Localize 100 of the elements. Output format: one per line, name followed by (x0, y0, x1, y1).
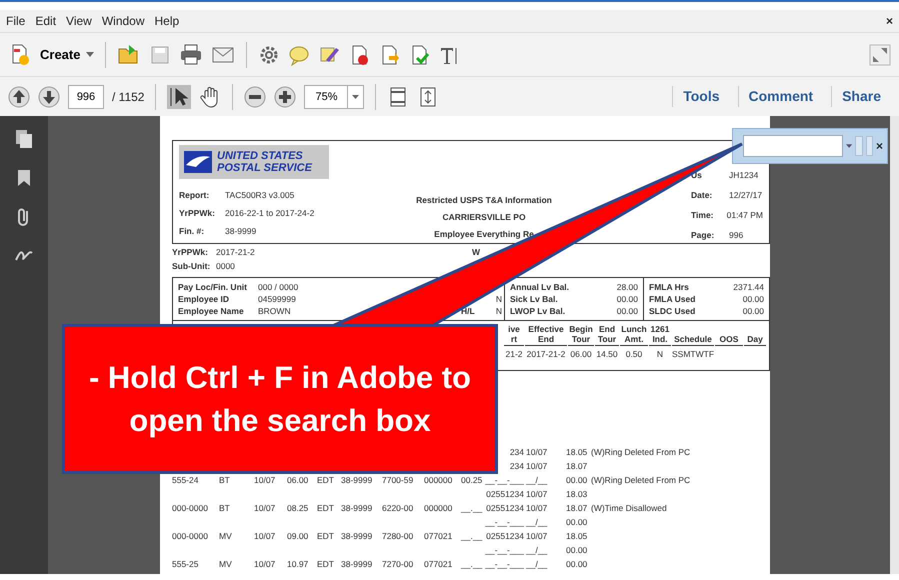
field-label: Page: (691, 230, 716, 240)
menu-item[interactable]: Window (102, 12, 145, 30)
column-header: 1261 Ind. (649, 325, 671, 346)
print-icon[interactable] (179, 42, 204, 66)
table-cell: 234 (510, 447, 524, 457)
zoom-field[interactable]: 75% (304, 84, 348, 108)
table-cell: __.__ (461, 503, 482, 513)
table-cell: 10/07 (254, 503, 276, 513)
table-cell: 0.50 (626, 348, 642, 359)
caret-icon[interactable] (846, 144, 852, 148)
table-cell: 077021 (424, 531, 452, 541)
table-cell: 00.00 (566, 545, 588, 555)
close-button[interactable]: × (876, 137, 883, 155)
field-value: BROWN (258, 306, 291, 316)
table-cell: __.__ (461, 531, 482, 541)
field-value: 12/27/17 (729, 190, 762, 200)
column-header: ive rt (504, 325, 524, 346)
table-cell: 10.97 (287, 559, 308, 569)
expand-icon[interactable] (869, 44, 891, 66)
signature-icon[interactable] (15, 248, 33, 262)
table-cell: 000000 (424, 503, 452, 513)
panel-tab[interactable]: Comment (738, 86, 824, 107)
search-field[interactable] (743, 135, 843, 157)
table-cell: BT (219, 475, 230, 485)
table-cell: EDT (317, 475, 334, 485)
table-cell: 09.00 (287, 531, 308, 541)
column-header: End Tour (595, 325, 619, 346)
field-value: 38-9999 (225, 226, 256, 236)
flag-value: N (496, 306, 502, 316)
field-value: JH1234 (729, 170, 758, 180)
table-cell: 10/07 (254, 475, 276, 485)
field-label: SLDC Used (649, 306, 696, 316)
zoom-out-icon[interactable] (244, 86, 266, 108)
create-button[interactable]: Create (40, 44, 94, 64)
callout-text: - Hold Ctrl + F in Adobe to open the search box (88, 358, 472, 440)
field-value: 00.00 (742, 294, 764, 304)
flag-value: N (496, 294, 502, 304)
field-value: 28.00 (616, 282, 638, 292)
table-cell: 7280-00 (382, 531, 414, 541)
table-cell: 10/07 (526, 503, 548, 513)
logo-text: POSTAL SERVICE (217, 162, 312, 174)
column-header: Day (744, 334, 766, 346)
field-value: 000 / 0000 (258, 282, 298, 292)
settings-icon[interactable] (258, 44, 280, 66)
bookmark-icon[interactable] (18, 170, 30, 186)
select-cursor-icon[interactable] (167, 84, 192, 108)
field-value: 2371.44 (733, 282, 764, 292)
table-cell: 38-9999 (341, 475, 372, 485)
table-cell: 21-2 (505, 348, 522, 359)
table-cell: 7700-59 (382, 475, 414, 485)
comment-icon[interactable] (288, 44, 310, 66)
table-cell: (W)Ring Deleted From PC (591, 475, 690, 485)
menu-item[interactable]: Edit (35, 12, 56, 30)
column-header: Effective End (525, 325, 567, 346)
table-cell: 10/07 (526, 447, 548, 457)
table-cell: 6220-00 (382, 503, 414, 513)
previous-page-icon[interactable] (8, 86, 30, 108)
pages-icon[interactable] (16, 130, 32, 148)
scrollbar[interactable] (890, 116, 899, 574)
table-cell: BT (219, 503, 230, 513)
field-label: YrPPWk: (179, 208, 216, 218)
panel-tab[interactable]: Tools (672, 86, 730, 107)
table-cell: 10/07 (254, 531, 276, 541)
table-cell: 00.25 (461, 475, 482, 485)
field-value: 04599999 (258, 294, 296, 304)
table-cell: __-__-___ (485, 559, 524, 569)
field-label: YrPPWk: (172, 247, 209, 258)
field-label: Date: (691, 190, 714, 200)
table-cell: __/__ (526, 517, 548, 527)
field-label: Time: (691, 210, 715, 220)
table-cell: 000000 (424, 475, 452, 485)
page-total: / 1152 (112, 88, 144, 106)
close-button[interactable]: × (886, 12, 893, 30)
field-value: 2017-21-2 (216, 247, 255, 257)
dropdown-button[interactable] (348, 84, 364, 108)
field-label: Employee Name (178, 306, 245, 316)
page-number-field[interactable]: 996 (68, 84, 104, 108)
table-cell: 00.00 (566, 559, 588, 569)
table-cell: MV (219, 531, 232, 541)
column-header: Schedule (672, 334, 714, 346)
field-value: 00.00 (616, 306, 638, 316)
next-page-icon[interactable] (38, 86, 60, 108)
field-value: 00.00 (742, 306, 764, 316)
field-value: 0000 (216, 261, 235, 272)
field-value: TAC500R3 v3.005 (225, 190, 294, 200)
menu-item[interactable]: File (6, 12, 26, 30)
paperclip-icon[interactable] (17, 208, 31, 226)
panel-tab[interactable]: Share (831, 86, 891, 107)
field-label: Sick Lv Bal. (510, 294, 558, 304)
table-cell: (W)Time Disallowed (591, 503, 667, 513)
table-cell: 10/07 (254, 559, 276, 569)
menu-item[interactable]: Help (154, 12, 180, 30)
zoom-in-icon[interactable] (274, 86, 296, 108)
menu-item[interactable]: View (66, 12, 92, 30)
field-label: LWOP Lv Bal. (510, 306, 566, 316)
table-cell: EDT (317, 559, 334, 569)
table-cell: 18.05 (566, 531, 588, 541)
report-heading: CARRIERSVILLE PO (442, 210, 526, 224)
field-label: FMLA Hrs (649, 282, 689, 292)
table-cell: 38-9999 (341, 503, 372, 513)
